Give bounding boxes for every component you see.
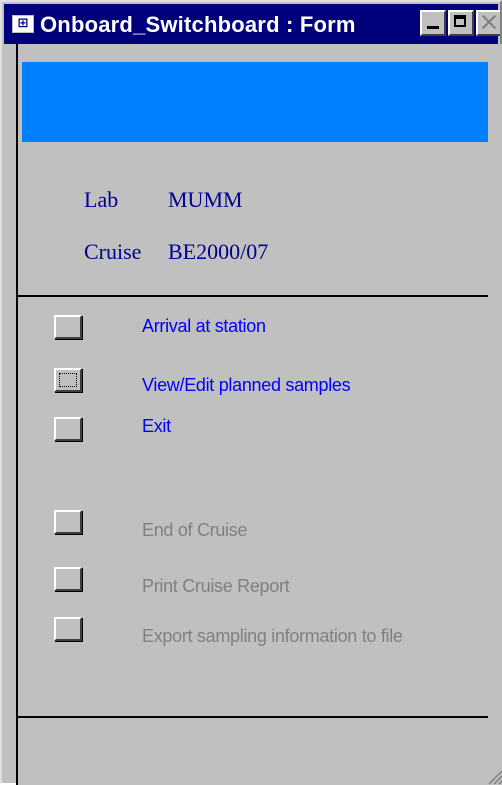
cruise-value: BE2000/07 (168, 239, 269, 264)
window-title: Onboard_Switchboard : Form (40, 12, 356, 37)
lab-label: Lab (84, 187, 119, 212)
view-edit-label[interactable]: View/Edit planned samples (142, 375, 351, 396)
print-report-button[interactable] (54, 567, 82, 591)
exit-button[interactable] (54, 417, 82, 441)
exit-label[interactable]: Exit (142, 416, 171, 437)
export-button[interactable] (54, 617, 82, 641)
maximize-button[interactable] (448, 10, 474, 36)
form-icon: ⊞ (12, 15, 34, 33)
end-of-cruise-button[interactable] (54, 510, 82, 534)
export-label: Export sampling information to file (142, 626, 403, 646)
title-bar[interactable]: ⊞ Onboard_Switchboard : Form (4, 4, 500, 44)
arrival-button[interactable] (54, 315, 82, 339)
form-window: ⊞ Onboard_Switchboard : Form Lab MUMM Cr… (0, 0, 502, 785)
header-bar (22, 62, 488, 142)
print-report-label: Print Cruise Report (142, 576, 290, 596)
lab-value: MUMM (168, 187, 243, 212)
view-edit-button[interactable] (54, 368, 82, 392)
minimize-button[interactable] (420, 10, 446, 36)
cruise-label: Cruise (84, 239, 142, 264)
divider-bottom (18, 716, 488, 718)
arrival-label[interactable]: Arrival at station (142, 316, 266, 337)
switchboard-form: Lab MUMM Cruise BE2000/07 Arrival at sta… (16, 44, 502, 785)
end-of-cruise-label: End of Cruise (142, 520, 248, 540)
divider-top (18, 295, 488, 297)
resize-grip-icon[interactable] (484, 765, 502, 785)
close-button[interactable] (476, 10, 500, 36)
